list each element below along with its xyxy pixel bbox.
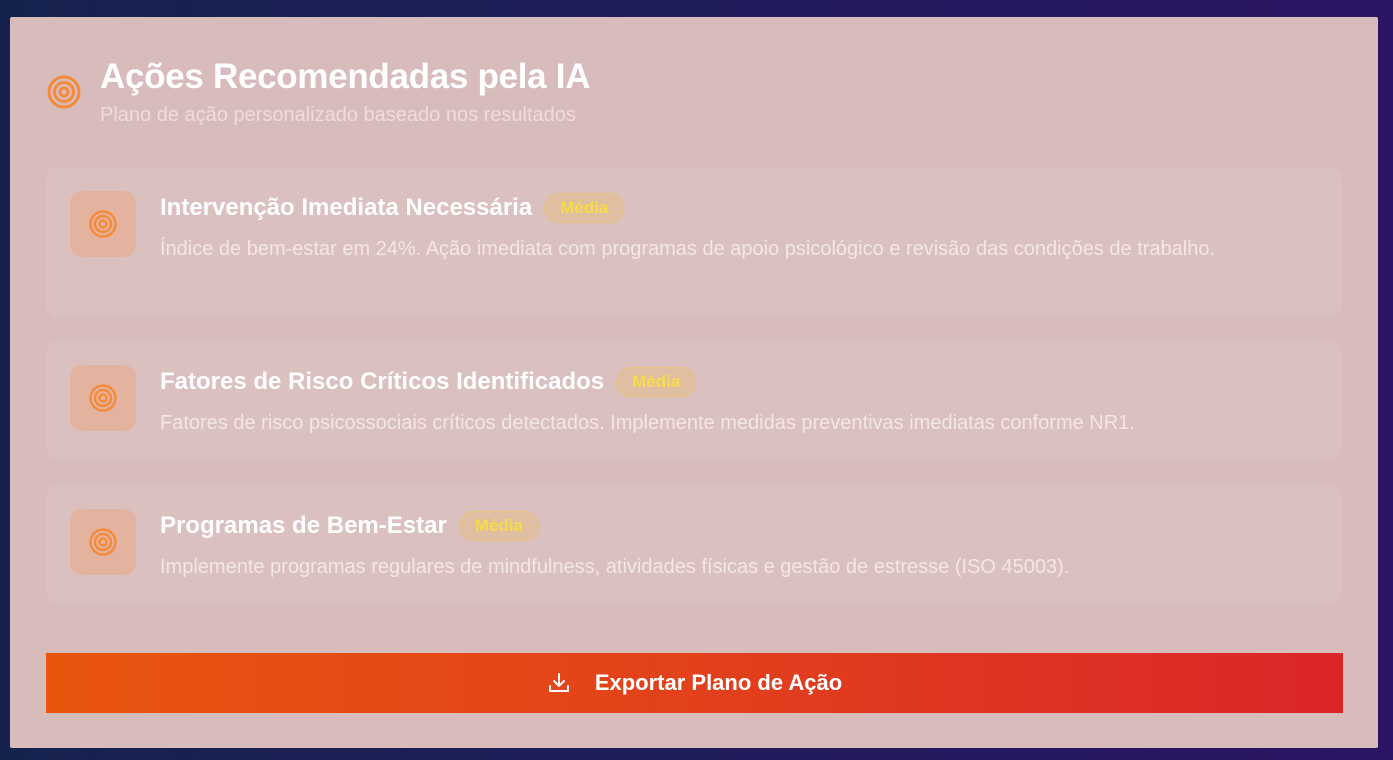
card-title: Programas de Bem-Estar <box>160 512 447 539</box>
target-icon <box>47 75 81 109</box>
card-title-row: Programas de Bem-Estar Média <box>160 511 539 541</box>
export-button-label: Exportar Plano de Ação <box>594 670 843 695</box>
card-title-row: Intervenção Imediata Necessária Média <box>160 193 625 223</box>
priority-badge: Média <box>616 367 697 397</box>
card-icon-box <box>70 509 136 575</box>
recommendations-panel: Ações Recomendadas pela IA Plano de ação… <box>10 17 1378 748</box>
card-description: Fatores de risco psicossociais críticos … <box>160 412 1135 434</box>
card-description: Índice de bem-estar em 24%. Ação imediat… <box>160 238 1216 260</box>
priority-badge: Média <box>458 511 539 541</box>
target-icon <box>89 210 117 238</box>
target-icon <box>89 528 117 556</box>
recommendation-card[interactable]: Programas de Bem-Estar Média Implemente … <box>46 485 1342 603</box>
card-title: Fatores de Risco Críticos Identificados <box>160 368 605 395</box>
page-title: Ações Recomendadas pela IA <box>100 57 591 96</box>
card-icon-box <box>70 191 136 257</box>
export-plan-button[interactable]: Exportar Plano de Ação <box>46 653 1343 713</box>
card-icon-box <box>70 365 136 431</box>
page-subtitle: Plano de ação personalizado baseado nos … <box>100 104 576 126</box>
target-icon <box>89 384 117 412</box>
recommendation-card[interactable]: Fatores de Risco Críticos Identificados … <box>46 341 1342 459</box>
download-icon <box>548 673 569 692</box>
card-title: Intervenção Imediata Necessária <box>160 194 533 221</box>
card-description: Implemente programas regulares de mindfu… <box>160 556 1070 578</box>
card-title-row: Fatores de Risco Críticos Identificados … <box>160 367 697 397</box>
priority-badge: Média <box>544 193 625 223</box>
recommendation-card[interactable]: Intervenção Imediata Necessária Média Ín… <box>46 167 1342 317</box>
